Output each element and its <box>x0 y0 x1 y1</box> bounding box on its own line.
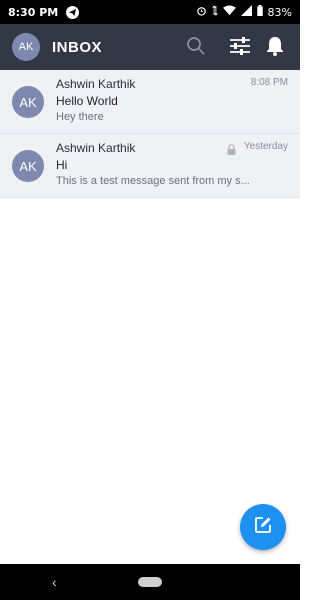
message-sender: Ashwin Karthik <box>56 77 136 91</box>
home-pill[interactable] <box>138 577 162 587</box>
sender-avatar: AK <box>12 150 44 182</box>
message-snippet: Hey there <box>56 111 104 123</box>
message-date: 8:08 PM <box>250 77 288 88</box>
compose-icon <box>253 515 273 540</box>
app-bar: AK INBOX <box>0 24 300 70</box>
battery-percent: 83% <box>267 5 292 19</box>
search-icon[interactable] <box>184 34 208 58</box>
sender-avatar: AK <box>12 86 44 118</box>
message-subject: Hi <box>56 158 68 172</box>
message-row[interactable]: AK Ashwin Karthik Yesterday Hi This is a… <box>0 134 300 198</box>
compose-button[interactable] <box>240 504 286 550</box>
battery-icon <box>256 5 263 19</box>
wifi-icon <box>222 5 236 19</box>
account-avatar[interactable]: AK <box>12 33 40 61</box>
bell-icon[interactable] <box>263 34 287 58</box>
filter-icon[interactable] <box>228 34 252 58</box>
message-sender: Ashwin Karthik <box>56 141 136 155</box>
system-nav-bar: ‹ <box>0 564 300 600</box>
message-subject: Hello World <box>56 94 118 108</box>
data-arrows-icon <box>211 5 218 19</box>
message-snippet: This is a test message sent from my s... <box>56 175 250 187</box>
page-title: INBOX <box>52 38 103 56</box>
status-bar: 8:30 PM 83% <box>0 0 300 24</box>
lock-icon <box>227 142 236 160</box>
message-date: Yesterday <box>243 141 288 152</box>
message-list: AK Ashwin Karthik 8:08 PM Hello World He… <box>0 70 300 198</box>
status-time: 8:30 PM <box>8 5 59 19</box>
message-row[interactable]: AK Ashwin Karthik 8:08 PM Hello World He… <box>0 70 300 134</box>
back-icon[interactable]: ‹ <box>52 574 57 590</box>
signal-icon <box>240 5 252 19</box>
telegram-icon <box>66 5 80 19</box>
alarm-icon <box>196 5 207 19</box>
